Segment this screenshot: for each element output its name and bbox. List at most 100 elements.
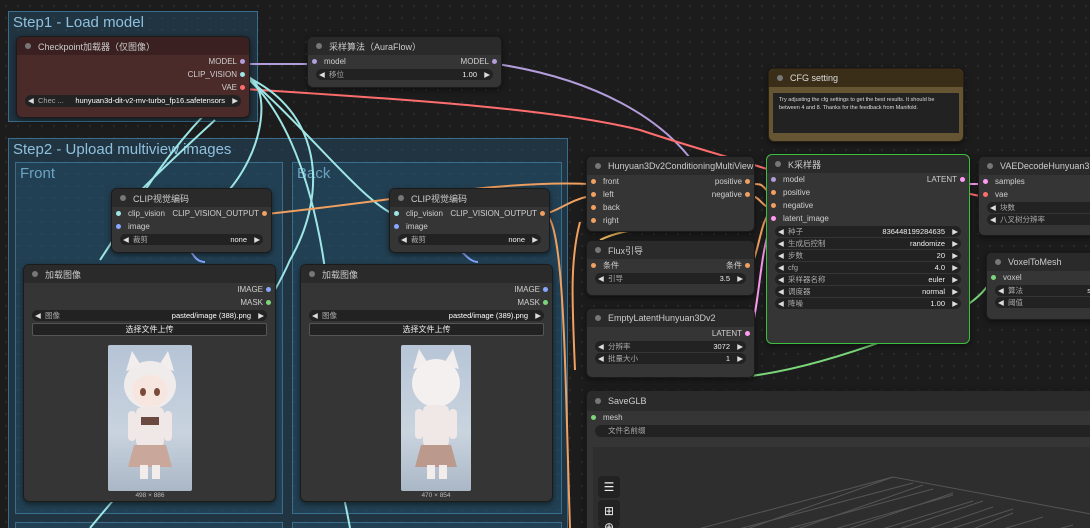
output-latent-slot[interactable]: [745, 331, 750, 336]
increment-icon[interactable]: ▶: [952, 262, 958, 273]
next-arrow-icon[interactable]: ▶: [535, 310, 541, 321]
save-glb-node[interactable]: SaveGLB mesh 文件名前缀: [586, 390, 1090, 528]
flux-guidance-node[interactable]: Flux引导 条件 条件 ◀ 引导 3.5 ▶: [586, 240, 755, 296]
output-model-slot[interactable]: [492, 59, 497, 64]
output-slot[interactable]: [540, 211, 545, 216]
node-collapse-dot[interactable]: [777, 75, 783, 81]
node-collapse-dot[interactable]: [595, 163, 601, 169]
voxel-to-mesh-node[interactable]: VoxelToMesh voxel ◀ 算法 s ◀ 阈值: [986, 252, 1090, 320]
next-arrow-icon[interactable]: ▶: [532, 234, 538, 245]
load-image-front-node[interactable]: 加载图像 IMAGE MASK ◀ 图像 pasted/image (388).…: [23, 264, 276, 502]
input-left-slot[interactable]: [591, 192, 596, 197]
next-arrow-icon[interactable]: ▶: [952, 286, 958, 297]
upload-button[interactable]: 选择文件上传: [32, 323, 267, 336]
scheduler-widget[interactable]: ◀ 调度器 normal ▶: [775, 286, 961, 297]
input-voxel-slot[interactable]: [991, 275, 996, 280]
prev-arrow-icon[interactable]: ◀: [778, 238, 784, 249]
decrement-icon[interactable]: ◀: [998, 297, 1004, 308]
input-mesh-slot[interactable]: [591, 415, 596, 420]
input-front-slot[interactable]: [591, 179, 596, 184]
algorithm-widget[interactable]: ◀ 算法 s: [995, 285, 1090, 296]
shift-widget[interactable]: ◀ 移位 1.00 ▶: [316, 69, 493, 80]
sampler-name-widget[interactable]: ◀ 采样器名称 euler ▶: [775, 274, 961, 285]
node-collapse-dot[interactable]: [775, 161, 781, 167]
globe-icon[interactable]: ⊕: [598, 520, 620, 528]
input-vae-slot[interactable]: [983, 192, 988, 197]
node-collapse-dot[interactable]: [398, 195, 404, 201]
num-chunks-widget[interactable]: ◀ 块数: [987, 202, 1090, 213]
crop-widget[interactable]: ◀ 裁剪 none ▶: [120, 234, 263, 245]
increment-icon[interactable]: ▶: [952, 226, 958, 237]
seed-widget[interactable]: ◀ 种子 836448199284635 ▶: [775, 226, 961, 237]
menu-icon[interactable]: ☰: [598, 476, 620, 498]
image-select-widget[interactable]: ◀ 图像 pasted/image (388).png ▶: [32, 310, 267, 321]
output-slot[interactable]: [262, 211, 267, 216]
input-negative-slot[interactable]: [771, 203, 776, 208]
prev-arrow-icon[interactable]: ◀: [778, 286, 784, 297]
node-collapse-dot[interactable]: [595, 247, 601, 253]
node-collapse-dot[interactable]: [595, 315, 601, 321]
input-clip-vision-slot[interactable]: [394, 211, 399, 216]
control-after-generate-widget[interactable]: ◀ 生成后控制 randomize ▶: [775, 238, 961, 249]
clip-vision-encode-back-node[interactable]: CLIP视觉编码 clip_vision CLIP_VISION_OUTPUT i…: [389, 188, 550, 253]
note-text[interactable]: Try adjusting the cfg settings to get th…: [773, 93, 959, 133]
aura-flow-sampling-node[interactable]: 采样算法（AuraFlow） model MODEL ◀ 移位 1.00 ▶: [307, 36, 502, 88]
filename-prefix-widget[interactable]: 文件名前缀: [595, 425, 1090, 437]
output-positive-slot[interactable]: [745, 179, 750, 184]
input-model-slot[interactable]: [771, 177, 776, 182]
steps-widget[interactable]: ◀ 步数 20 ▶: [775, 250, 961, 261]
empty-latent-hunyuan-node[interactable]: EmptyLatentHunyuan3Dv2 LATENT ◀ 分辨率 3072…: [586, 308, 755, 378]
decrement-icon[interactable]: ◀: [990, 214, 996, 225]
increment-icon[interactable]: ▶: [952, 250, 958, 261]
load-image-back-node[interactable]: 加载图像 IMAGE MASK ◀ 图像 pasted/image (389).…: [300, 264, 553, 502]
output-mask-slot[interactable]: [266, 300, 271, 305]
output-clip-vision-slot[interactable]: [240, 72, 245, 77]
cfg-widget[interactable]: ◀ cfg 4.0 ▶: [775, 262, 961, 273]
output-image-slot[interactable]: [543, 287, 548, 292]
prev-arrow-icon[interactable]: ◀: [312, 310, 318, 321]
guidance-widget[interactable]: ◀ 引导 3.5 ▶: [595, 273, 746, 284]
3d-viewport[interactable]: [593, 447, 1090, 528]
denoise-widget[interactable]: ◀ 降噪 1.00 ▶: [775, 298, 961, 309]
clip-vision-encode-front-node[interactable]: CLIP视觉编码 clip_vision CLIP_VISION_OUTPUT i…: [111, 188, 272, 253]
threshold-widget[interactable]: ◀ 阈值: [995, 297, 1090, 308]
decrement-icon[interactable]: ◀: [778, 298, 784, 309]
increment-icon[interactable]: ▶: [484, 69, 490, 80]
node-collapse-dot[interactable]: [309, 271, 315, 277]
vae-decode-hunyuan-node[interactable]: VAEDecodeHunyuan3D samples vae ◀ 块数 ◀ 八叉树分…: [978, 156, 1090, 236]
node-collapse-dot[interactable]: [32, 271, 38, 277]
output-negative-slot[interactable]: [745, 192, 750, 197]
node-collapse-dot[interactable]: [987, 163, 993, 169]
next-arrow-icon[interactable]: ▶: [254, 234, 260, 245]
prev-arrow-icon[interactable]: ◀: [28, 95, 34, 106]
batch-size-widget[interactable]: ◀ 批量大小 1 ▶: [595, 353, 746, 364]
input-model-slot[interactable]: [312, 59, 317, 64]
decrement-icon[interactable]: ◀: [778, 262, 784, 273]
output-image-slot[interactable]: [266, 287, 271, 292]
input-positive-slot[interactable]: [771, 190, 776, 195]
decrement-icon[interactable]: ◀: [598, 341, 604, 352]
prev-arrow-icon[interactable]: ◀: [998, 285, 1004, 296]
cfg-note-node[interactable]: CFG setting Try adjusting the cfg settin…: [768, 68, 964, 142]
increment-icon[interactable]: ▶: [737, 273, 743, 284]
prev-arrow-icon[interactable]: ◀: [778, 274, 784, 285]
node-canvas[interactable]: Step1 - Load model Step2 - Upload multiv…: [0, 0, 1090, 528]
output-model-slot[interactable]: [240, 59, 245, 64]
hunyuan-multiview-conditioning-node[interactable]: Hunyuan3Dv2ConditioningMultiView front po…: [586, 156, 755, 232]
output-mask-slot[interactable]: [543, 300, 548, 305]
ckpt-name-widget[interactable]: ◀ Chec ... hunyuan3d-dit-v2-mv-turbo_fp1…: [25, 95, 241, 107]
node-collapse-dot[interactable]: [25, 43, 31, 49]
next-arrow-icon[interactable]: ▶: [952, 274, 958, 285]
checkpoint-loader-node[interactable]: Checkpoint加载器（仅图像） MODEL CLIP_VISION VAE…: [16, 36, 250, 118]
decrement-icon[interactable]: ◀: [778, 226, 784, 237]
input-clip-vision-slot[interactable]: [116, 211, 121, 216]
input-right-slot[interactable]: [591, 218, 596, 223]
prev-arrow-icon[interactable]: ◀: [35, 310, 41, 321]
output-latent-slot[interactable]: [960, 177, 965, 182]
increment-icon[interactable]: ▶: [737, 341, 743, 352]
node-collapse-dot[interactable]: [595, 398, 601, 404]
increment-icon[interactable]: ▶: [737, 353, 743, 364]
decrement-icon[interactable]: ◀: [319, 69, 325, 80]
upload-button[interactable]: 选择文件上传: [309, 323, 544, 336]
input-image-slot[interactable]: [116, 224, 121, 229]
